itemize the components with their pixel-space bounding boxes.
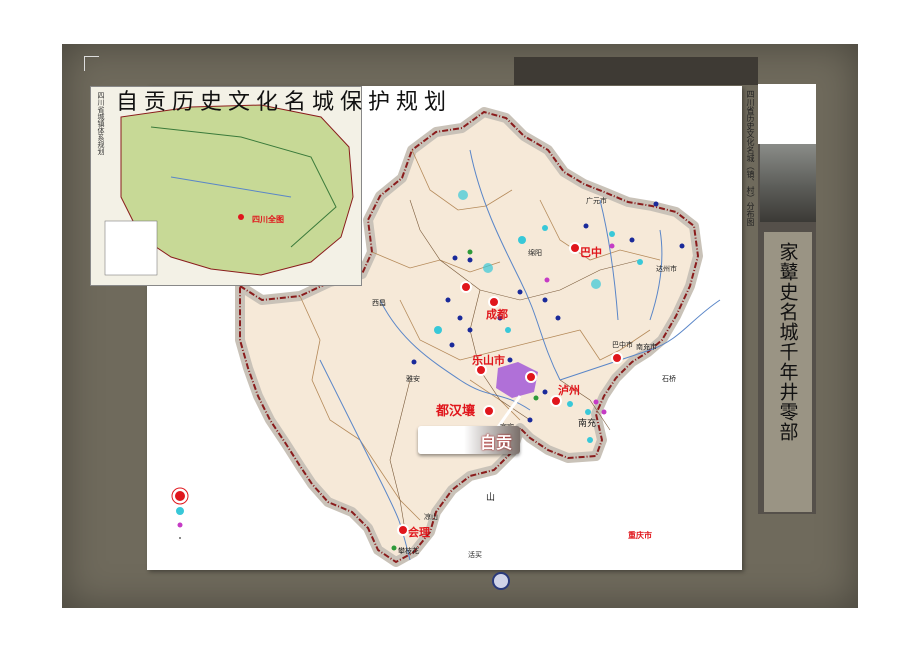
zigong-callout-label: 自贡: [480, 433, 513, 452]
inset-map: [90, 86, 362, 286]
place-label-panzhihua: 攀枝花: [398, 547, 419, 555]
north-arrow-box: [758, 84, 816, 144]
small-dot-icon: [179, 537, 181, 539]
place-label-liangshan: 凉山: [424, 513, 438, 521]
city-label-leshan: 乐山市: [472, 354, 505, 367]
city-label-huili: 会理: [408, 526, 430, 539]
cyan-dot-icon: [176, 507, 184, 515]
slide-title: 自贡历史文化名城保护规划: [116, 90, 453, 115]
city-label-chengdu: 成都: [486, 308, 508, 321]
inset-label: 四川全图: [252, 215, 284, 224]
footer-emblem-icon: [492, 572, 510, 590]
vertical-title: 家鼙史名城千年井零部: [764, 232, 812, 512]
inset-title: 四川省城镇体系规划: [97, 92, 105, 155]
city-marker-yibin: [483, 405, 495, 417]
city-label-luzhou: 泸州: [558, 384, 580, 397]
city-label-duhanrang: 都汉壤: [436, 404, 476, 419]
place-label-guangyuan: 广元市: [586, 197, 607, 205]
place-label-shan: 山: [486, 493, 496, 503]
map-caption: 四川省历史文化名城（镇、村）分布图: [746, 90, 755, 226]
city-marker-east: [611, 352, 623, 364]
place-label-huomai: 活买: [468, 551, 482, 559]
red-target-icon: [173, 489, 187, 503]
city-marker-huili: [397, 524, 409, 536]
magenta-dot-icon: [177, 522, 183, 528]
city-marker-zigong: [525, 371, 537, 383]
place-label-nanchong: 南充: [578, 419, 597, 429]
inset-province-map: [104, 104, 354, 276]
heritage-photo: [760, 144, 816, 222]
city-label-bazhong: 巴中: [580, 246, 602, 259]
place-label-nanchongshi: 南充市: [636, 343, 657, 351]
place-label-yaan: 雅安: [406, 375, 420, 383]
city-marker-north: [460, 281, 472, 293]
place-label-dazhou: 达州市: [656, 265, 677, 273]
place-label-xichang: 西昌: [372, 299, 386, 307]
city-marker-bazhong: [569, 242, 581, 254]
map-legend: [171, 487, 189, 539]
place-label-mianyang: 绵阳: [528, 249, 542, 257]
city-label-chongqing: 重庆市: [628, 531, 652, 540]
place-label-bazhongshi: 巴中市: [612, 341, 633, 349]
place-label-shiqiao: 石桥: [662, 375, 676, 383]
